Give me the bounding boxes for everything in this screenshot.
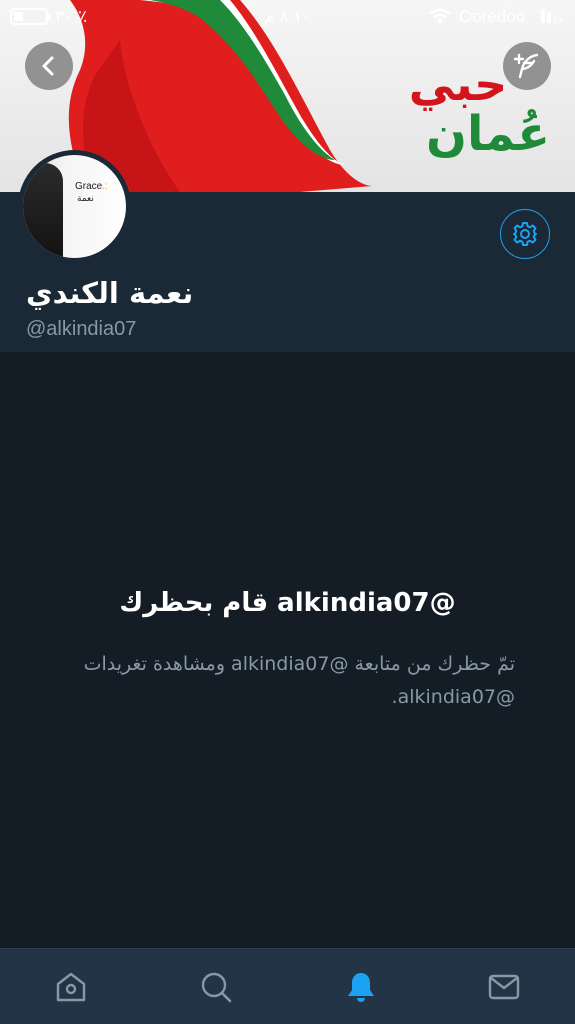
signal-icon xyxy=(541,9,563,23)
display-name: نعمة الكندي xyxy=(26,276,194,310)
avatar-word-en: Grace xyxy=(75,181,103,192)
carrier-name: Ooredoo xyxy=(459,7,526,26)
settings-button[interactable] xyxy=(500,209,550,259)
avatar[interactable]: Grace.: نعمة xyxy=(18,150,131,263)
back-button[interactable] xyxy=(25,42,73,90)
profile-handle: @alkindia07 xyxy=(26,318,137,340)
banner-text-bottom: عُمان xyxy=(426,106,550,162)
tab-bar xyxy=(0,948,575,1024)
tab-messages[interactable] xyxy=(482,965,526,1009)
wifi-icon xyxy=(429,8,451,24)
gear-icon xyxy=(513,222,537,246)
blocked-title: @alkindia07 قام بحظرك xyxy=(119,588,456,618)
compose-tweet-button[interactable] xyxy=(503,42,551,90)
feather-plus-icon xyxy=(513,53,539,79)
bell-icon xyxy=(348,973,374,1002)
search-icon xyxy=(201,972,232,1003)
avatar-word-ar: نعمة xyxy=(77,194,94,204)
blocked-description: تمّ حظرك من متابعة @alkindia07 ومشاهدة ت… xyxy=(83,653,515,708)
tab-search[interactable] xyxy=(194,965,238,1009)
envelope-icon xyxy=(488,974,520,1000)
avatar-image: Grace.: نعمة xyxy=(23,155,126,258)
tab-home[interactable] xyxy=(49,965,93,1009)
tab-notifications[interactable] xyxy=(339,965,383,1009)
chevron-left-icon xyxy=(42,56,54,76)
status-bar: ٣٠ ٪ ٨:١٠ م Ooredoo xyxy=(0,0,575,34)
banner-text-top: حبي xyxy=(409,57,507,111)
home-icon xyxy=(56,972,86,1002)
